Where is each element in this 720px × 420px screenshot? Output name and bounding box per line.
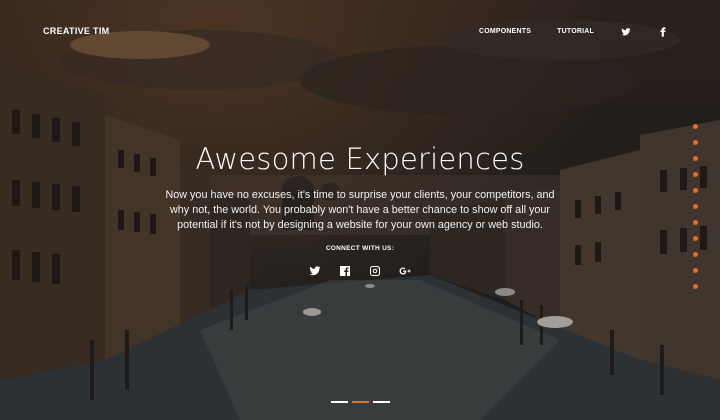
- carousel-indicators: [0, 401, 720, 403]
- carousel-indicator-active[interactable]: [351, 401, 369, 403]
- nav-link-components[interactable]: COMPONENTS: [479, 28, 531, 35]
- facebook-icon[interactable]: [337, 263, 353, 279]
- connect-label: CONNECT WITH US:: [325, 245, 395, 252]
- instagram-icon[interactable]: [367, 263, 383, 279]
- nav-link-tutorial[interactable]: TUTORIAL: [557, 28, 594, 35]
- navbar: CREATIVE TIM COMPONENTS TUTORIAL: [0, 26, 720, 42]
- carousel-indicator[interactable]: [372, 401, 390, 403]
- side-dot[interactable]: [693, 124, 698, 129]
- hero-section: CREATIVE TIM COMPONENTS TUTORIAL Awesome…: [0, 0, 720, 420]
- brand-logo[interactable]: CREATIVE TIM: [43, 26, 109, 36]
- hero-title: Awesome Experiences: [195, 142, 525, 176]
- carousel-indicator[interactable]: [330, 401, 348, 403]
- google-plus-icon[interactable]: [397, 263, 413, 279]
- hero-content: Awesome Experiences Now you have no excu…: [0, 142, 720, 279]
- facebook-icon[interactable]: [657, 26, 668, 37]
- nav-links: COMPONENTS TUTORIAL: [479, 26, 668, 37]
- social-buttons: [0, 263, 720, 279]
- twitter-icon[interactable]: [307, 263, 323, 279]
- side-dot[interactable]: [693, 284, 698, 289]
- hero-description: Now you have no excuses, it's time to su…: [165, 189, 555, 231]
- twitter-icon[interactable]: [620, 26, 631, 37]
